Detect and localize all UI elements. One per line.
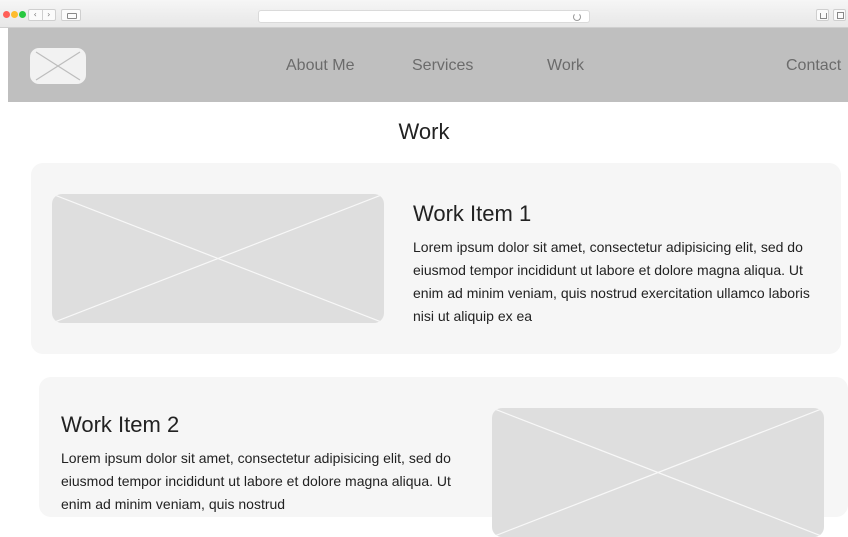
forward-icon[interactable]: › [43, 10, 56, 20]
logo-placeholder-icon[interactable] [30, 48, 86, 84]
back-icon[interactable]: ‹ [29, 10, 43, 20]
logo-image-icon [30, 48, 86, 84]
work-item-title: Work Item 1 [413, 201, 532, 226]
share-icon[interactable] [816, 9, 829, 21]
work-item-description: Lorem ipsum dolor sit amet, consectetur … [61, 450, 451, 512]
browser-toolbar: ‹ › [0, 0, 848, 28]
nav-link-services[interactable]: Services [412, 57, 473, 75]
work-item-image-placeholder-icon [492, 408, 824, 537]
reload-icon[interactable] [573, 13, 581, 21]
sidebar-toggle-icon[interactable] [61, 9, 81, 21]
work-item-image-placeholder-icon [52, 194, 384, 323]
work-item-description: Lorem ipsum dolor sit amet, consectetur … [413, 239, 810, 324]
tabs-icon[interactable] [833, 9, 846, 21]
work-item-card: Work Item 1 Lorem ipsum dolor sit amet, … [31, 163, 841, 354]
nav-link-contact[interactable]: Contact [786, 57, 841, 75]
work-item-card: Work Item 2 Lorem ipsum dolor sit amet, … [39, 377, 848, 537]
close-window-icon[interactable] [3, 11, 10, 18]
address-bar[interactable] [258, 10, 590, 23]
back-forward-buttons: ‹ › [28, 9, 56, 21]
nav-link-work[interactable]: Work [547, 57, 584, 75]
work-item-title: Work Item 2 [61, 412, 180, 437]
nav-link-about-me[interactable]: About Me [286, 57, 354, 75]
page-title: Work [398, 119, 450, 144]
minimize-window-icon[interactable] [11, 11, 18, 18]
maximize-window-icon[interactable] [19, 11, 26, 18]
site-header: About Me Services Work Contact [8, 28, 848, 102]
